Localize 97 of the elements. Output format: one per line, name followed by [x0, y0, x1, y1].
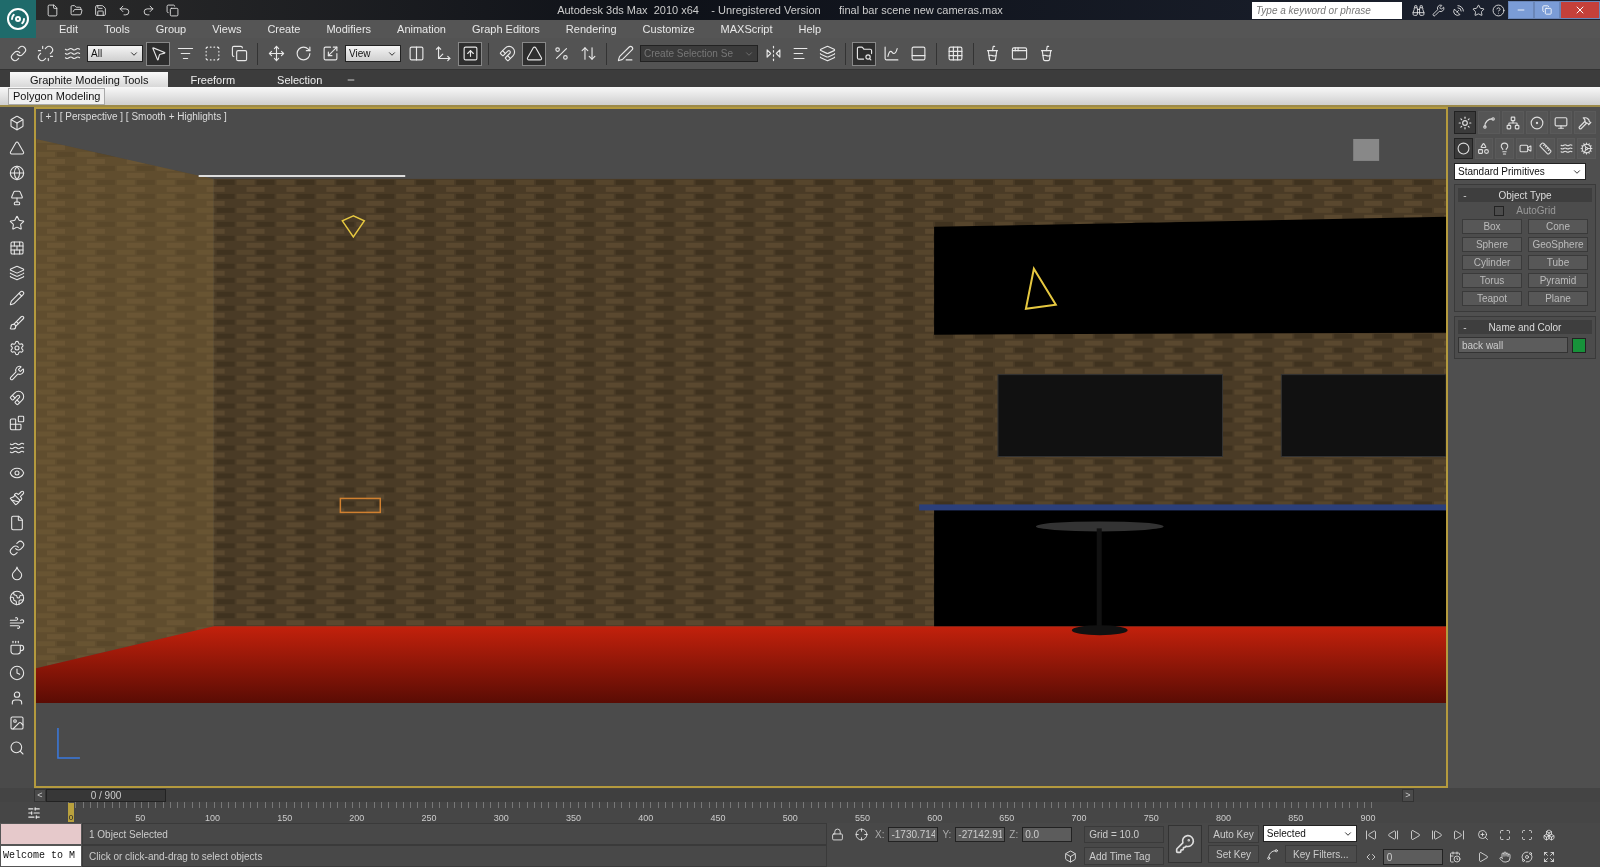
category-dropdown[interactable]: Standard Primitives — [1454, 163, 1586, 180]
frame-tick-label: 300 — [493, 813, 509, 823]
gear-icon[interactable] — [1577, 138, 1597, 159]
checkbox-label: AutoGrid — [1516, 205, 1556, 216]
auto-key-button[interactable]: Auto Key — [1208, 825, 1259, 843]
previous-frame-button[interactable]: < — [34, 788, 46, 802]
ruler-icon[interactable] — [1536, 138, 1555, 159]
coordinate-label: Z: — [1009, 828, 1019, 840]
search-field[interactable]: Type a keyword or phrase — [1252, 1, 1402, 19]
reference-coordinate-dropdown[interactable]: View — [345, 45, 401, 62]
close-icon — [1574, 4, 1586, 16]
selection-filter-dropdown[interactable]: All — [87, 45, 143, 62]
selection-status: 1 Object Selected — [82, 823, 827, 845]
primitive-button[interactable]: Tube — [1528, 255, 1588, 270]
key-mode-dropdown[interactable]: Selected — [1262, 825, 1357, 842]
primitive-button[interactable]: Cylinder — [1462, 255, 1522, 270]
frame-tick-label: 550 — [854, 813, 870, 823]
current-frame-marker: 0 — [68, 803, 74, 822]
object-name-field[interactable]: back wall — [1458, 337, 1568, 353]
primitive-button[interactable]: Pyramid — [1528, 273, 1588, 288]
menu-item[interactable]: MAXScript — [707, 23, 786, 35]
viewport[interactable]: [ + ] [ Perspective ] [ Smooth + Highlights ] — [34, 107, 1448, 788]
viewport-label[interactable]: [ + ] [ Perspective ] [ Smooth + Highlights ] — [40, 111, 227, 122]
current-frame-field[interactable]: 0 — [1382, 849, 1443, 865]
rollout-title: Name and Color — [1487, 321, 1563, 333]
frame-tick-label: 800 — [1216, 813, 1232, 823]
restore-button[interactable] — [1534, 1, 1560, 19]
frame-tick-label: 150 — [277, 813, 293, 823]
key-icon[interactable] — [1168, 825, 1203, 863]
primitive-button[interactable]: Teapot — [1462, 291, 1522, 306]
menu-item[interactable]: Modifiers — [313, 23, 385, 35]
autogrid-checkbox[interactable] — [1494, 205, 1505, 216]
listener-field[interactable] — [0, 823, 82, 845]
coordinate-label: Y: — [942, 828, 952, 840]
frame-tick-label: 650 — [999, 813, 1015, 823]
time-slider-thumb[interactable]: 0 / 900 — [46, 788, 166, 802]
app-logo-button[interactable] — [0, 0, 36, 38]
ribbon-tab[interactable]: Selection — [257, 72, 343, 87]
x-coordinate-field[interactable]: -1730.714 — [888, 826, 939, 842]
set-key-button[interactable]: Set Key — [1208, 845, 1259, 863]
rollout-title: Object Type — [1497, 189, 1553, 201]
hierarchy-icon[interactable] — [1502, 111, 1524, 134]
rollout-toggle[interactable]: - — [1458, 321, 1472, 333]
frame-tick-label: 900 — [1360, 813, 1376, 823]
camera-icon[interactable] — [1515, 138, 1535, 159]
frame-tick-label: 200 — [349, 813, 365, 823]
primitive-button[interactable]: GeoSphere — [1528, 237, 1588, 252]
menu-item[interactable]: Edit — [46, 23, 91, 35]
frame-tick-label: 100 — [204, 813, 220, 823]
menu-item[interactable]: Group — [142, 23, 200, 35]
menu-item[interactable]: Graph Editors — [458, 23, 553, 35]
curve-icon[interactable] — [1478, 111, 1500, 134]
frame-tick-label: 450 — [710, 813, 726, 823]
primitive-button[interactable]: Box — [1462, 219, 1522, 234]
key-filters-button[interactable]: Key Filters... — [1284, 845, 1357, 863]
menu-item[interactable]: Customize — [629, 23, 708, 35]
add-time-tag-button[interactable]: Add Time Tag — [1084, 847, 1165, 865]
select-object-icon[interactable] — [146, 41, 170, 66]
primitive-button[interactable]: Torus — [1462, 273, 1522, 288]
coordinate-label: X: — [875, 828, 885, 840]
menu-item[interactable]: Views — [199, 23, 255, 35]
menu-item[interactable]: Animation — [384, 23, 459, 35]
primitive-button[interactable]: Plane — [1528, 291, 1588, 306]
frame-tick-label: 700 — [1071, 813, 1087, 823]
hammer-icon[interactable] — [1574, 111, 1596, 134]
menu-item[interactable]: Create — [254, 23, 314, 35]
frame-tick-label: 500 — [782, 813, 798, 823]
ribbon-tab[interactable]: Freeform — [170, 72, 256, 87]
next-frame-button[interactable]: > — [1402, 788, 1414, 802]
grid-size: Grid = 10.0 — [1084, 825, 1165, 843]
primitive-button[interactable]: Cone — [1528, 219, 1588, 234]
frame-tick-label: 50 — [135, 813, 146, 823]
menu-item[interactable]: Rendering — [552, 23, 630, 35]
y-coordinate-field[interactable]: -27142.91 — [955, 826, 1006, 842]
frame-tick-label: 400 — [638, 813, 654, 823]
frame-tick-label: 600 — [927, 813, 943, 823]
z-coordinate-field[interactable]: 0.0 — [1022, 826, 1073, 842]
track-bar-ruler[interactable]: 0 50 100 150 200 250 300 350 400 450 500 550 600 650 700 750 800 850 900 — [68, 802, 1378, 823]
shapes-icon[interactable] — [1474, 138, 1494, 159]
ribbon-panel-button[interactable]: Polygon Modeling — [8, 87, 106, 105]
listener-output[interactable]: Welcome to M — [0, 845, 82, 867]
menu-item[interactable]: Tools — [90, 23, 143, 35]
waves-icon[interactable] — [1556, 138, 1576, 159]
primitive-button[interactable]: Sphere — [1462, 237, 1522, 252]
time-slider-track[interactable]: 0 / 900 — [46, 788, 1402, 802]
rollout-toggle[interactable]: - — [1458, 189, 1472, 201]
logo-icon — [6, 7, 30, 31]
object-color-swatch[interactable] — [1572, 337, 1586, 353]
ribbon-tab[interactable]: Graphite Modeling Tools — [10, 72, 169, 87]
menu-item[interactable]: Help — [785, 23, 835, 35]
window-title: Autodesk 3ds Max 2010 x64 - Unregistered Version final bar scene new cameras.max — [556, 4, 1004, 16]
frame-tick-label: 750 — [1143, 813, 1159, 823]
frame-tick-label: 350 — [566, 813, 582, 823]
frame-tick-label: 250 — [421, 813, 437, 823]
light-icon[interactable] — [1495, 138, 1514, 159]
frame-tick-label: 850 — [1288, 813, 1304, 823]
restore-icon — [1542, 5, 1552, 15]
